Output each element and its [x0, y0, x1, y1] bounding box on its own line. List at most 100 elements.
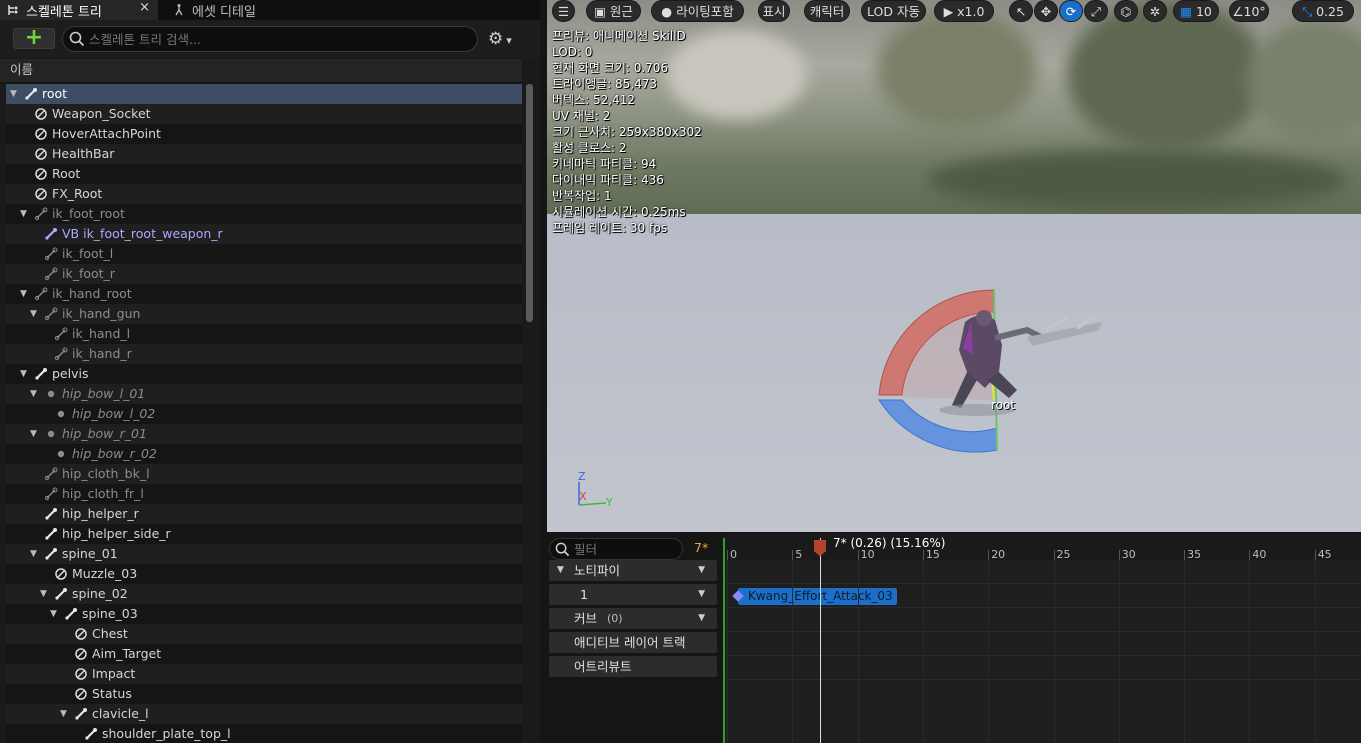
tree-row[interactable]: hip_helper_side_r [6, 524, 522, 544]
tree-row[interactable]: Root [6, 164, 522, 184]
rotation-snap-button[interactable]: ∠10° [1229, 0, 1269, 22]
notify-track-label: 노티파이 [574, 563, 621, 578]
chevron-down-icon: ▾ [506, 34, 512, 47]
local-space-button[interactable]: ⌬ [1114, 0, 1138, 22]
current-frame-field[interactable]: 7* [694, 540, 708, 555]
chevron-down-icon[interactable]: ▼ [698, 608, 705, 629]
additive-layer-track[interactable]: 애디티브 레이어 트랙 [549, 632, 717, 653]
attributes-track[interactable]: 어트리뷰트 [549, 656, 717, 677]
timeline-tracks-area[interactable]: 051015202530354045 Kwang_Effort_Attack_0… [723, 534, 1361, 743]
rotate-mode-button[interactable]: ⟳ [1059, 0, 1083, 22]
scale-snap-icon: ⤡ [1302, 4, 1313, 19]
expand-arrow-icon[interactable]: ▼ [30, 424, 37, 444]
viewport-menu-button[interactable]: ☰ [552, 0, 575, 22]
playback-speed-button[interactable]: ▶ x1.0 [934, 0, 994, 22]
curves-track-header[interactable]: 커브 (0) ▼ [549, 608, 717, 629]
character-button[interactable]: 캐릭터 [804, 0, 850, 22]
play-icon: ▶ [943, 4, 958, 19]
expand-arrow-icon[interactable]: ▼ [30, 544, 37, 564]
close-icon[interactable]: × [139, 0, 150, 15]
grid-line [988, 560, 990, 743]
section-start-marker [723, 538, 725, 743]
show-button[interactable]: 표시 [758, 0, 790, 22]
chevron-down-icon[interactable]: ▼ [698, 560, 705, 581]
bone-icon [74, 707, 88, 721]
tree-search-input[interactable] [89, 30, 469, 48]
tree-row[interactable]: ▼ hip_bow_l_01 [6, 384, 522, 404]
tree-row[interactable]: Impact [6, 664, 522, 684]
tree-row[interactable]: ▼ root [6, 84, 522, 104]
perspective-button[interactable]: ▣ 원근 [586, 0, 641, 22]
expand-arrow-icon[interactable]: ▼ [10, 84, 17, 104]
tree-row[interactable]: hip_cloth_bk_l [6, 464, 522, 484]
expand-arrow-icon[interactable]: ▼ [40, 584, 47, 604]
tree-row[interactable]: VB ik_foot_root_weapon_r [6, 224, 522, 244]
scale-mode-button[interactable]: ⤢ [1084, 0, 1108, 22]
grid-snap-label: 10 [1195, 4, 1212, 19]
tree-row[interactable]: Aim_Target [6, 644, 522, 664]
tree-row[interactable]: ▼ ik_hand_root [6, 284, 522, 304]
add-button[interactable]: + [13, 27, 55, 49]
lod-button[interactable]: LOD 자동 [861, 0, 926, 22]
translate-mode-button[interactable]: ✥ [1034, 0, 1058, 22]
notify-track-header[interactable]: ▼ 노티파이 ▼ [549, 560, 717, 581]
expand-arrow-icon[interactable]: ▼ [20, 284, 27, 304]
preview-viewport[interactable]: ☰ ▣ 원근 ● 라이팅포함 표시 캐릭터 LOD 자동 ▶ x1.0 ↖ ✥ … [547, 0, 1361, 532]
virtual-bone-icon [44, 227, 58, 241]
tree-row[interactable]: Muzzle_03 [6, 564, 522, 584]
tree-row[interactable]: FX_Root [6, 184, 522, 204]
select-mode-button[interactable]: ↖ [1009, 0, 1033, 22]
speed-label: x1.0 [957, 4, 985, 19]
angle-icon: ∠ [1232, 4, 1244, 19]
tree-row[interactable]: Status [6, 684, 522, 704]
tree-row[interactable]: HealthBar [6, 144, 522, 164]
expand-arrow-icon[interactable]: ▼ [30, 304, 37, 324]
tree-scrollbar[interactable] [526, 84, 533, 322]
tree-row[interactable]: ▼ spine_02 [6, 584, 522, 604]
tree-row[interactable]: ▼ clavicle_l [6, 704, 522, 724]
chevron-down-icon[interactable]: ▼ [698, 584, 705, 605]
socket-icon [34, 167, 48, 181]
tree-row[interactable]: ik_hand_l [6, 324, 522, 344]
expand-arrow-icon[interactable]: ▼ [20, 364, 27, 384]
tree-row[interactable]: HoverAttachPoint [6, 124, 522, 144]
track-filter-input[interactable] [574, 541, 674, 557]
tree-row[interactable]: shoulder_plate_top_l [6, 724, 522, 743]
scale-snap-button[interactable]: ⤡ 0.25 [1292, 0, 1354, 22]
tree-row[interactable]: hip_cloth_fr_l [6, 484, 522, 504]
tree-row[interactable]: ik_foot_r [6, 264, 522, 284]
notify-event[interactable]: Kwang_Effort_Attack_03 [738, 588, 897, 605]
tree-row[interactable]: ▼ spine_01 [6, 544, 522, 564]
tab-skeleton-tree[interactable]: 스켈레톤 트리 × [0, 0, 158, 20]
expand-arrow-icon[interactable]: ▼ [20, 204, 27, 224]
expand-arrow-icon[interactable]: ▼ [60, 704, 67, 724]
lighting-mode-button[interactable]: ● 라이팅포함 [651, 0, 744, 22]
tree-row[interactable]: Chest [6, 624, 522, 644]
tree-row[interactable]: ▼ spine_03 [6, 604, 522, 624]
tree-row[interactable]: ▼ pelvis [6, 364, 522, 384]
settings-dropdown[interactable]: ⚙ ▾ [488, 29, 512, 49]
expand-arrow-icon[interactable]: ▼ [50, 604, 57, 624]
tree-row[interactable]: ik_foot_l [6, 244, 522, 264]
tree-row[interactable]: Weapon_Socket [6, 104, 522, 124]
tree-row[interactable]: ik_hand_r [6, 344, 522, 364]
skeleton-tree-panel: 스켈레톤 트리 × 에셋 디테일 + ⚙▾ 이름 ▼ root Weapon_Soc… [0, 0, 540, 743]
tree-row[interactable]: ▼ ik_foot_root [6, 204, 522, 224]
playhead-line[interactable] [820, 538, 821, 743]
playhead-label: 7* (0.26) (15.16%) [833, 536, 946, 550]
tree-row[interactable]: ▼ ik_hand_gun [6, 304, 522, 324]
tree-row[interactable]: hip_helper_r [6, 504, 522, 524]
search-icon [555, 542, 570, 557]
grid-snap-button[interactable]: ▦ 10 [1173, 0, 1219, 22]
surface-snap-button[interactable]: ✲ [1143, 0, 1167, 22]
tree-row-label: hip_helper_r [62, 506, 139, 521]
notify-track-1[interactable]: 1 ▼ [549, 584, 717, 605]
tree-row[interactable]: hip_bow_r_02 [6, 444, 522, 464]
ruler-tick-label: 45 [1317, 548, 1332, 561]
tree-row[interactable]: ▼ hip_bow_r_01 [6, 424, 522, 444]
tree-row[interactable]: hip_bow_l_02 [6, 404, 522, 424]
expand-arrow-icon[interactable]: ▼ [30, 384, 37, 404]
column-header-name[interactable]: 이름 [0, 59, 522, 83]
tab-asset-details[interactable]: 에셋 디테일 [168, 0, 256, 20]
track-separator [723, 655, 1361, 656]
